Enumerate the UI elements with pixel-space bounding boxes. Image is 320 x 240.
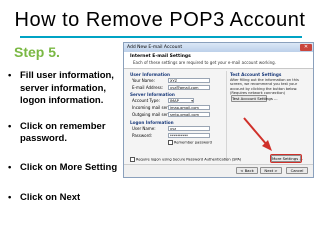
step-label: Step 5. <box>14 44 60 60</box>
server-info-heading: Server Information <box>130 92 175 97</box>
spa-label: Require logon using Secure Password Auth… <box>136 157 242 162</box>
column-divider <box>226 71 227 161</box>
spa-checkbox[interactable]: Require logon using Secure Password Auth… <box>130 157 241 162</box>
dialog-header: Internet E-mail Settings Each of these s… <box>124 52 313 69</box>
checkbox-icon <box>130 157 135 162</box>
username-field[interactable]: xyz <box>168 126 210 131</box>
back-button[interactable]: < Back <box>236 167 258 174</box>
slide-title: How to Remove POP3 Account <box>14 9 306 31</box>
dialog-titlebar: Add New E-mail Account ✕ <box>124 43 313 52</box>
email-label: E-mail Address: <box>132 85 164 90</box>
user-info-heading: User Information <box>130 72 171 77</box>
incoming-server-field[interactable]: imap.gmail.com <box>168 105 210 110</box>
header-subtitle: Each of these settings are required to g… <box>133 60 276 65</box>
test-account-settings-button[interactable]: Test Account Settings ... <box>231 95 278 102</box>
account-type-value: IMAP <box>170 99 179 103</box>
cancel-button[interactable]: Cancel <box>286 167 308 174</box>
dialog-title: Add New E-mail Account <box>127 45 183 50</box>
close-icon[interactable]: ✕ <box>300 44 312 51</box>
outgoing-server-field[interactable]: smtp.gmail.com <box>168 112 210 117</box>
header-title: Internet E-mail Settings <box>130 54 191 59</box>
add-email-account-dialog: Add New E-mail Account ✕ Internet E-mail… <box>123 42 314 178</box>
name-field[interactable]: XYZ <box>168 78 210 83</box>
test-settings-description: After filling out the information on thi… <box>230 78 299 96</box>
password-label: Password: <box>132 133 153 138</box>
title-underline <box>20 36 302 38</box>
username-label: User Name: <box>132 126 156 131</box>
name-label: Your Name: <box>132 78 155 83</box>
more-settings-button[interactable]: More Settings ... <box>270 154 303 163</box>
bullet-remember-password: Click on remember password. <box>6 121 126 146</box>
bullet-more-settings: Click on More Setting <box>6 162 126 175</box>
account-type-select[interactable]: IMAP ▾ <box>168 98 194 103</box>
logon-info-heading: Logon Information <box>130 120 174 125</box>
email-field[interactable]: xyz@gmail.com <box>168 85 210 90</box>
instruction-list: Fill user information, server informatio… <box>6 70 126 205</box>
test-settings-heading: Test Account Settings <box>230 72 282 77</box>
remember-password-label: Remember password <box>174 140 212 145</box>
account-type-label: Account Type: <box>132 98 160 103</box>
next-button[interactable]: Next > <box>260 167 282 174</box>
dialog-footer <box>124 164 313 177</box>
bullet-next: Click on Next <box>6 192 126 205</box>
checkbox-icon <box>168 140 173 145</box>
remember-password-checkbox[interactable]: Remember password <box>168 140 212 145</box>
chevron-down-icon: ▾ <box>191 99 193 103</box>
password-field[interactable]: ********** <box>168 133 210 138</box>
bullet-fill-info: Fill user information, server informatio… <box>6 70 126 108</box>
